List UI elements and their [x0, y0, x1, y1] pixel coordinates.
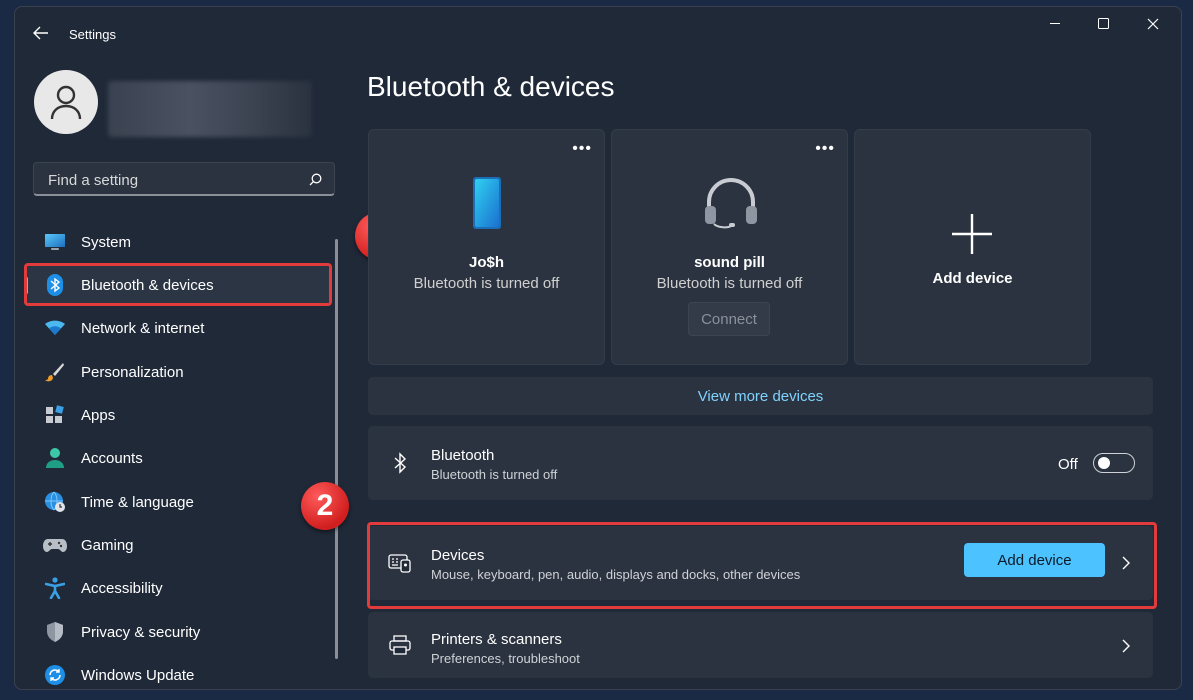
avatar[interactable]: [34, 70, 98, 134]
device-card-headset[interactable]: ••• sound pill Bluetooth is turned off C…: [611, 129, 848, 365]
shield-icon: [43, 620, 67, 644]
view-more-devices-bar[interactable]: View more devices: [368, 377, 1153, 415]
sidebar-item-label: Time & language: [81, 493, 194, 511]
update-icon: [43, 663, 67, 687]
sidebar-item-label: Accessibility: [81, 579, 163, 597]
devices-highlight-box: [367, 522, 1157, 609]
bluetooth-title: Bluetooth: [431, 447, 495, 464]
system-monitor-icon: [43, 230, 67, 254]
device-status: Bluetooth is turned off: [413, 275, 560, 292]
search-input[interactable]: [46, 169, 300, 191]
page-title: Bluetooth & devices: [367, 71, 615, 102]
person-icon: [43, 446, 67, 470]
sidebar-item-network[interactable]: Network & internet: [25, 308, 329, 348]
add-device-card[interactable]: Add device: [854, 129, 1091, 365]
wifi-icon: [43, 316, 67, 340]
bluetooth-subtitle: Bluetooth is turned off: [431, 467, 558, 482]
globe-clock-icon: [43, 490, 67, 514]
settings-window: Settings System Bluetooth & devices: [14, 6, 1182, 690]
sidebar-item-windows-update[interactable]: Windows Update: [25, 655, 329, 689]
device-name: Jo$h: [468, 254, 504, 271]
printers-title: Printers & scanners: [431, 631, 562, 648]
sidebar-item-gaming[interactable]: Gaming: [25, 525, 329, 565]
username-redacted: [108, 81, 312, 137]
phone-icon: [473, 177, 501, 229]
search-icon[interactable]: [309, 173, 322, 186]
maximize-icon: [1098, 18, 1109, 29]
sidebar-item-label: Network & internet: [81, 319, 205, 337]
chevron-right-icon[interactable]: [1119, 639, 1133, 653]
sidebar-item-label: Privacy & security: [81, 623, 201, 641]
sidebar-item-privacy-security[interactable]: Privacy & security: [25, 612, 329, 652]
bluetooth-row[interactable]: Bluetooth Bluetooth is turned off Off: [368, 426, 1153, 500]
paintbrush-icon: [43, 360, 67, 384]
bluetooth-state-label: Off: [1058, 456, 1078, 473]
apps-icon: [43, 403, 67, 427]
minimize-button[interactable]: [1033, 8, 1079, 40]
annotation-badge-2: 2: [301, 482, 349, 530]
sidebar-item-label: Gaming: [81, 536, 134, 554]
add-device-label: Add device: [932, 270, 1013, 287]
sidebar-item-label: Apps: [81, 406, 116, 424]
headset-icon: [705, 178, 757, 229]
sidebar-item-apps[interactable]: Apps: [25, 395, 329, 435]
gamepad-icon: [43, 533, 67, 557]
connect-button[interactable]: Connect: [688, 302, 770, 336]
back-arrow-icon: [33, 26, 48, 40]
device-status: Bluetooth is turned off: [656, 275, 803, 292]
device-name: sound pill: [694, 254, 765, 271]
toggle-knob: [1098, 457, 1110, 469]
sidebar-highlight-box: [24, 263, 332, 306]
view-more-devices-link[interactable]: View more devices: [368, 388, 1153, 405]
sidebar-item-label: Windows Update: [81, 666, 195, 684]
back-button[interactable]: [29, 21, 53, 45]
printers-subtitle: Preferences, troubleshoot: [431, 651, 580, 666]
more-options-icon[interactable]: •••: [815, 140, 835, 158]
sidebar-item-label: Accounts: [81, 449, 143, 467]
sidebar-item-accounts[interactable]: Accounts: [25, 438, 329, 478]
bluetooth-toggle[interactable]: [1093, 453, 1135, 473]
more-options-icon[interactable]: •••: [572, 140, 592, 158]
close-icon: [1147, 18, 1159, 30]
device-card-phone[interactable]: ••• Jo$h Bluetooth is turned off: [368, 129, 605, 365]
close-button[interactable]: [1130, 8, 1176, 40]
search-box[interactable]: [33, 162, 335, 196]
sidebar-scrollbar[interactable]: [335, 239, 338, 659]
maximize-button[interactable]: [1081, 8, 1127, 40]
minimize-icon: [1050, 23, 1060, 24]
person-silhouette-icon: [50, 85, 82, 120]
bluetooth-outline-icon: [388, 451, 412, 475]
sidebar-item-accessibility[interactable]: Accessibility: [25, 568, 329, 608]
sidebar-item-label: System: [81, 233, 132, 251]
window-title: Settings: [69, 27, 116, 42]
sidebar-item-label: Personalization: [81, 363, 184, 381]
printers-row[interactable]: Printers & scanners Preferences, trouble…: [368, 612, 1153, 678]
accessibility-icon: [43, 576, 67, 600]
sidebar-item-system[interactable]: System: [25, 222, 329, 262]
sidebar-item-personalization[interactable]: Personalization: [25, 352, 329, 392]
sidebar-item-time-language[interactable]: Time & language: [25, 482, 329, 522]
printer-icon: [388, 633, 412, 657]
plus-icon: [952, 214, 992, 254]
